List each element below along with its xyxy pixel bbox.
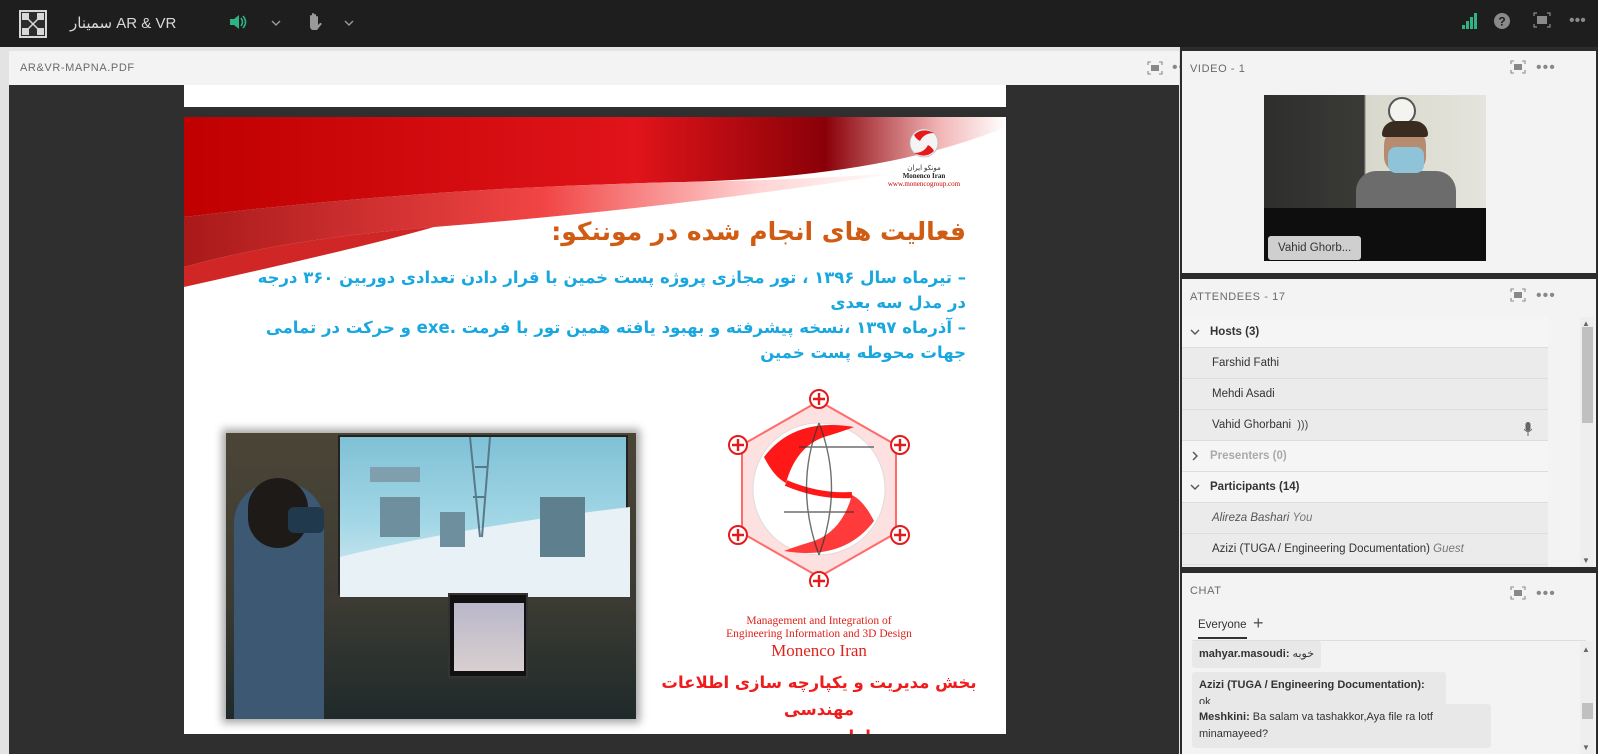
projection-screen bbox=[338, 435, 630, 597]
fullscreen-icon[interactable] bbox=[1510, 586, 1526, 600]
chat-tab-everyone[interactable]: Everyone bbox=[1198, 619, 1247, 639]
slide-bullet: – تیرماه سال ۱۳۹۶ ، تور مجازی پروژه پست … bbox=[257, 268, 966, 312]
attendee-name: Vahid Ghorbani bbox=[1212, 419, 1292, 431]
group-participants[interactable]: Participants (14) bbox=[1182, 472, 1548, 503]
previous-page-edge bbox=[184, 85, 1006, 107]
attendees-pod-title: ATTENDEES - 17 bbox=[1190, 291, 1286, 303]
fullscreen-icon[interactable] bbox=[1147, 61, 1163, 75]
connection-signal-icon[interactable] bbox=[1462, 12, 1478, 36]
caption-line: Engineering Information and 3D Design bbox=[726, 628, 912, 640]
scrollbar-thumb[interactable] bbox=[1582, 703, 1593, 719]
logo-caption: Management and Integration of Engineerin… bbox=[704, 615, 934, 661]
caption-fa-line: و طراحی سه بعدی bbox=[634, 723, 1004, 734]
logo-name-en: Monenco Iran bbox=[902, 172, 946, 180]
add-chat-tab-button[interactable]: + bbox=[1253, 613, 1264, 634]
attendee-tag: Guest bbox=[1433, 543, 1464, 555]
message-sender: mahyar.masoudi: bbox=[1199, 648, 1290, 660]
caption-brand: Monenco Iran bbox=[771, 641, 867, 660]
speaking-icon: ))) bbox=[1297, 419, 1309, 431]
chevron-down-icon[interactable] bbox=[344, 14, 354, 36]
logo-name-fa: مونکو ایران bbox=[907, 165, 941, 172]
attendee-row[interactable]: Vahid Ghorbani ))) bbox=[1182, 410, 1548, 441]
attendee-row[interactable]: Azizi (TUGA / Engineering Documentation)… bbox=[1182, 534, 1548, 565]
chat-message: Meshkini: Ba salam va tashakkor,Aya file… bbox=[1192, 704, 1491, 748]
group-hosts[interactable]: Hosts (3) bbox=[1182, 317, 1548, 348]
svg-text:?: ? bbox=[1498, 15, 1505, 29]
message-text: خوبه bbox=[1292, 648, 1314, 660]
attendee-row[interactable]: Farshid Fathi bbox=[1182, 348, 1548, 379]
more-icon[interactable]: ••• bbox=[1536, 60, 1556, 76]
attendee-row[interactable]: kashakian Guest bbox=[1182, 565, 1548, 567]
top-bar: سمینار AR & VR ? ••• bbox=[0, 0, 1598, 47]
attendee-name: Azizi (TUGA / Engineering Documentation) bbox=[1212, 543, 1430, 555]
desktop-monitor bbox=[448, 593, 528, 678]
vr-headset bbox=[288, 507, 324, 533]
monenco-hexagon-logo-icon bbox=[728, 389, 910, 587]
fullscreen-icon[interactable] bbox=[1533, 12, 1551, 34]
video-name-tag: Vahid Ghorb... bbox=[1268, 236, 1362, 260]
chat-scrollbar[interactable]: ▲ ▼ bbox=[1580, 641, 1594, 754]
fullscreen-icon[interactable] bbox=[1510, 288, 1526, 302]
attendee-row[interactable]: Mehdi Asadi bbox=[1182, 379, 1548, 410]
raise-hand-icon[interactable] bbox=[306, 12, 324, 38]
logo-caption-fa: بخش مدیریت و یکپارچه سازی اطلاعات مهندسی… bbox=[634, 669, 1004, 734]
slide-body: – تیرماه سال ۱۳۹۶ ، تور مجازی پروژه پست … bbox=[246, 265, 966, 365]
chat-messages: mahyar.masoudi: خوبه Azizi (TUGA / Engin… bbox=[1192, 641, 1558, 754]
attendee-list: Hosts (3) Farshid Fathi Mehdi Asadi Vahi… bbox=[1182, 317, 1548, 567]
attendees-pod-header: ATTENDEES - 17 ••• bbox=[1182, 279, 1596, 309]
help-icon[interactable]: ? bbox=[1493, 12, 1511, 36]
scroll-down-icon[interactable]: ▼ bbox=[1582, 743, 1590, 752]
scrollbar-thumb[interactable] bbox=[1582, 327, 1593, 423]
attendee-name: Alireza Bashari bbox=[1212, 512, 1290, 524]
message-sender: Azizi (TUGA / Engineering Documentation)… bbox=[1199, 679, 1425, 691]
video-pod-header: VIDEO - 1 ••• bbox=[1182, 51, 1596, 81]
caption-fa-line: بخش مدیریت و یکپارچه سازی اطلاعات مهندسی bbox=[661, 673, 977, 719]
fullscreen-icon[interactable] bbox=[1510, 60, 1526, 74]
chevron-down-icon[interactable] bbox=[1190, 317, 1200, 350]
slide-heading: فعالیت های انجام شده در موننکو: bbox=[551, 217, 966, 246]
chat-message: mahyar.masoudi: خوبه bbox=[1192, 641, 1321, 668]
video-pod: VIDEO - 1 ••• Vahid Ghorb... bbox=[1182, 51, 1596, 273]
share-pod: AR&VR-MAPNA.PDF ••• bbox=[9, 51, 1191, 754]
group-presenters[interactable]: Presenters (0) bbox=[1182, 441, 1548, 472]
scroll-down-icon[interactable]: ▼ bbox=[1582, 556, 1590, 565]
webcam-feed[interactable]: Vahid Ghorb... bbox=[1264, 95, 1486, 261]
chevron-right-icon[interactable] bbox=[1190, 441, 1200, 474]
slide-bullet: – آذرماه ۱۳۹۷ ،نسخه پیشرفته و بهبود یافت… bbox=[265, 318, 966, 362]
attendee-scrollbar[interactable]: ▲ ▼ bbox=[1580, 317, 1594, 567]
microphone-icon bbox=[1523, 418, 1533, 436]
attendee-row[interactable]: Alireza Bashari You bbox=[1182, 503, 1548, 534]
chevron-down-icon[interactable] bbox=[1190, 472, 1200, 505]
vr-demo-photo bbox=[226, 433, 636, 719]
slide-company-logo: مونکو ایران Monenco Iran www.monencogrou… bbox=[874, 127, 974, 188]
attendee-name: Mehdi Asadi bbox=[1212, 388, 1275, 400]
caption-line: Management and Integration of bbox=[746, 615, 892, 627]
more-icon[interactable]: ••• bbox=[1536, 586, 1556, 602]
share-pod-header: AR&VR-MAPNA.PDF ••• bbox=[9, 51, 1191, 85]
meeting-title: سمینار AR & VR bbox=[70, 15, 177, 32]
message-sender: Meshkini: bbox=[1199, 711, 1250, 723]
globe-logo-icon bbox=[909, 128, 939, 158]
scroll-up-icon[interactable]: ▲ bbox=[1582, 645, 1590, 654]
document-page: مونکو ایران Monenco Iran www.monencogrou… bbox=[184, 117, 1006, 734]
chat-pod-header: CHAT ••• bbox=[1182, 573, 1596, 603]
more-icon[interactable]: ••• bbox=[1536, 288, 1556, 304]
app-logo-icon[interactable] bbox=[19, 10, 47, 38]
chevron-down-icon[interactable] bbox=[271, 14, 281, 36]
chat-pod: CHAT ••• Everyone + mahyar.masoudi: خوبه… bbox=[1182, 573, 1596, 754]
speaker-icon[interactable] bbox=[228, 12, 248, 38]
share-pod-title: AR&VR-MAPNA.PDF bbox=[20, 62, 135, 74]
attendee-name: Farshid Fathi bbox=[1212, 357, 1280, 369]
attendee-tag: You bbox=[1292, 512, 1313, 524]
attendees-pod: ATTENDEES - 17 ••• Hosts (3) Farshid Fat… bbox=[1182, 279, 1596, 567]
logo-url: www.monencogroup.com bbox=[887, 180, 961, 188]
right-sidebar: VIDEO - 1 ••• Vahid Ghorb... ATTENDEES -… bbox=[1180, 47, 1598, 754]
chat-pod-title: CHAT bbox=[1190, 585, 1222, 597]
more-icon[interactable]: ••• bbox=[1569, 10, 1586, 32]
video-pod-title: VIDEO - 1 bbox=[1190, 63, 1246, 75]
